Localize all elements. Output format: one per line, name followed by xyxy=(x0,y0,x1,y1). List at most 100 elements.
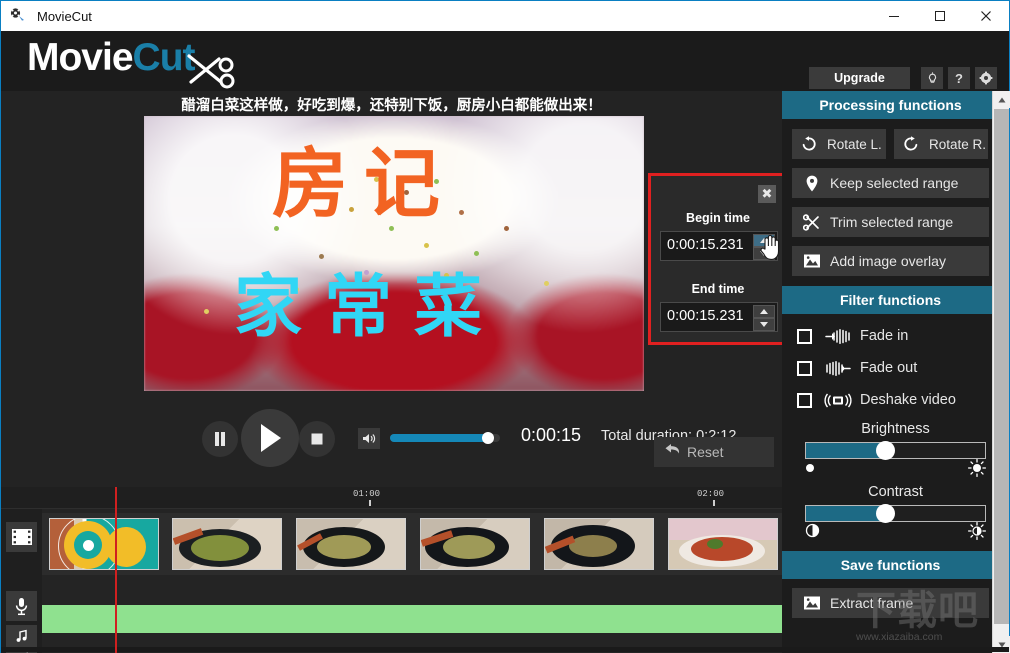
upgrade-button[interactable]: Upgrade xyxy=(809,67,910,89)
begin-time-value: 0:00:15.231 xyxy=(667,237,744,253)
rotate-left-icon xyxy=(799,134,819,154)
end-time-value: 0:00:15.231 xyxy=(667,308,744,324)
reset-button[interactable]: Reset xyxy=(654,437,774,467)
begin-time-label: Begin time xyxy=(686,211,750,225)
gear-icon[interactable] xyxy=(975,67,997,89)
map-pin-icon xyxy=(802,173,822,193)
ruler-tick-1 xyxy=(369,500,371,506)
deshake-checkbox[interactable] xyxy=(797,392,812,408)
contrast-label: Contrast xyxy=(868,484,923,500)
image-icon xyxy=(802,251,822,271)
filter-row-deshake[interactable]: Deshake video xyxy=(782,384,1009,416)
close-button[interactable] xyxy=(963,1,1009,31)
close-icon[interactable]: ✖ xyxy=(758,185,776,203)
music-note-icon[interactable] xyxy=(6,625,37,647)
table-row[interactable] xyxy=(49,518,159,570)
overlay-title-bottom: 家常菜 xyxy=(234,268,505,347)
sidebar-scrollbar[interactable] xyxy=(992,91,1010,653)
half-circle-icon xyxy=(805,523,820,543)
contrast-sun-icon xyxy=(967,521,987,545)
volume-fill xyxy=(390,434,488,442)
upgrade-label: Upgrade xyxy=(834,71,885,85)
video-preview[interactable]: 房记 家常菜 xyxy=(144,116,644,391)
scissors-icon xyxy=(183,52,239,92)
lightbulb-icon[interactable] xyxy=(921,67,943,89)
microphone-icon[interactable] xyxy=(6,591,37,621)
volume-slider[interactable] xyxy=(390,432,500,444)
keep-selected-range-label: Keep selected range xyxy=(830,175,959,191)
dim-dot-icon xyxy=(805,461,819,480)
question-mark-icon[interactable]: ? xyxy=(948,67,970,89)
speaker-icon[interactable] xyxy=(358,428,380,449)
brightness-slider-endpoints xyxy=(805,458,987,482)
timeline-panel: 01:00 02:00 xyxy=(1,487,782,653)
end-time-label: End time xyxy=(691,282,745,296)
extract-frame-wrap: Extract frame xyxy=(782,579,1009,618)
rotate-right-button[interactable]: Rotate R. xyxy=(894,129,988,159)
end-time-increment[interactable] xyxy=(753,305,775,318)
pause-button[interactable] xyxy=(202,421,238,457)
film-strip-icon[interactable] xyxy=(6,522,37,552)
begin-time-increment[interactable] xyxy=(753,234,775,247)
title-bar: MovieCut xyxy=(1,1,1009,31)
table-row[interactable] xyxy=(172,518,282,570)
begin-time-decrement[interactable] xyxy=(753,247,775,260)
fade-in-checkbox[interactable] xyxy=(797,328,812,344)
filter-row-fade-out[interactable]: Fade out xyxy=(782,352,1009,384)
rotate-buttons-row: Rotate L. Rotate R. xyxy=(782,119,1009,159)
logo-text-movie: Movie xyxy=(27,36,134,79)
trim-selected-range-button[interactable]: Trim selected range xyxy=(792,207,989,237)
deshake-label: Deshake video xyxy=(860,392,956,408)
add-image-overlay-button[interactable]: Add image overlay xyxy=(792,246,989,276)
scroll-up-icon[interactable] xyxy=(993,91,1010,108)
volume-knob[interactable] xyxy=(482,432,494,444)
preview-stage: 醋溜白菜这样做，好吃到爆，还特别下饭，厨房小白都能做出来！ 房记 家常菜 0:0… xyxy=(1,91,788,487)
trim-range-wrap: Trim selected range xyxy=(782,198,1009,237)
trim-time-popup: ✖ Begin time 0:00:15.231 End time 0:00:1… xyxy=(648,173,788,345)
brand-bar: MovieCut Upgrade ? xyxy=(1,31,1009,91)
maximize-button[interactable] xyxy=(917,1,963,31)
reset-label: Reset xyxy=(687,444,724,460)
rotate-left-button[interactable]: Rotate L. xyxy=(792,129,886,159)
brightness-label: Brightness xyxy=(861,421,930,437)
scrollbar-thumb[interactable] xyxy=(994,109,1009,624)
minimize-button[interactable] xyxy=(871,1,917,31)
brightness-slider-knob[interactable] xyxy=(875,441,895,460)
contrast-slider-knob[interactable] xyxy=(875,504,895,523)
sun-icon xyxy=(967,458,987,482)
playhead[interactable] xyxy=(115,487,117,653)
table-row[interactable] xyxy=(668,518,778,570)
contrast-slider[interactable] xyxy=(805,504,986,523)
fade-out-label: Fade out xyxy=(860,360,918,376)
ruler-mark-2: 02:00 xyxy=(697,489,725,499)
contrast-slider-wrap xyxy=(805,504,987,545)
begin-time-stepper[interactable] xyxy=(753,234,775,260)
bottom-strip xyxy=(1,647,1009,652)
fade-out-checkbox[interactable] xyxy=(797,360,812,376)
extract-frame-button[interactable]: Extract frame xyxy=(792,588,989,618)
moviecut-window: MovieCut MovieCut Upgrade ? 醋溜白菜这样做，好吃到爆… xyxy=(0,0,1010,653)
audio-track[interactable] xyxy=(42,605,782,633)
right-sidebar: Processing functions Rotate L. Rotate R.… xyxy=(782,91,1010,653)
table-row[interactable] xyxy=(420,518,530,570)
rotate-left-label: Rotate L. xyxy=(827,136,882,152)
brightness-slider[interactable] xyxy=(805,441,986,460)
time-ruler[interactable]: 01:00 02:00 xyxy=(1,487,782,509)
end-time-field[interactable]: 0:00:15.231 xyxy=(660,302,778,332)
video-track[interactable] xyxy=(42,513,782,575)
filter-row-fade-in[interactable]: Fade in xyxy=(782,320,1009,352)
end-time-stepper[interactable] xyxy=(753,305,775,331)
play-button[interactable] xyxy=(241,409,299,467)
overlay-title-top: 房记 xyxy=(272,139,456,228)
fade-out-icon xyxy=(824,360,852,376)
table-row[interactable] xyxy=(296,518,406,570)
ruler-tick-2 xyxy=(713,500,715,506)
fade-in-label: Fade in xyxy=(860,328,909,344)
table-row[interactable] xyxy=(544,518,654,570)
film-reel-icon xyxy=(9,7,27,25)
ruler-mark-1: 01:00 xyxy=(353,489,381,499)
begin-time-field[interactable]: 0:00:15.231 xyxy=(660,231,778,261)
stop-button[interactable] xyxy=(299,421,335,457)
keep-selected-range-button[interactable]: Keep selected range xyxy=(792,168,989,198)
end-time-decrement[interactable] xyxy=(753,318,775,331)
